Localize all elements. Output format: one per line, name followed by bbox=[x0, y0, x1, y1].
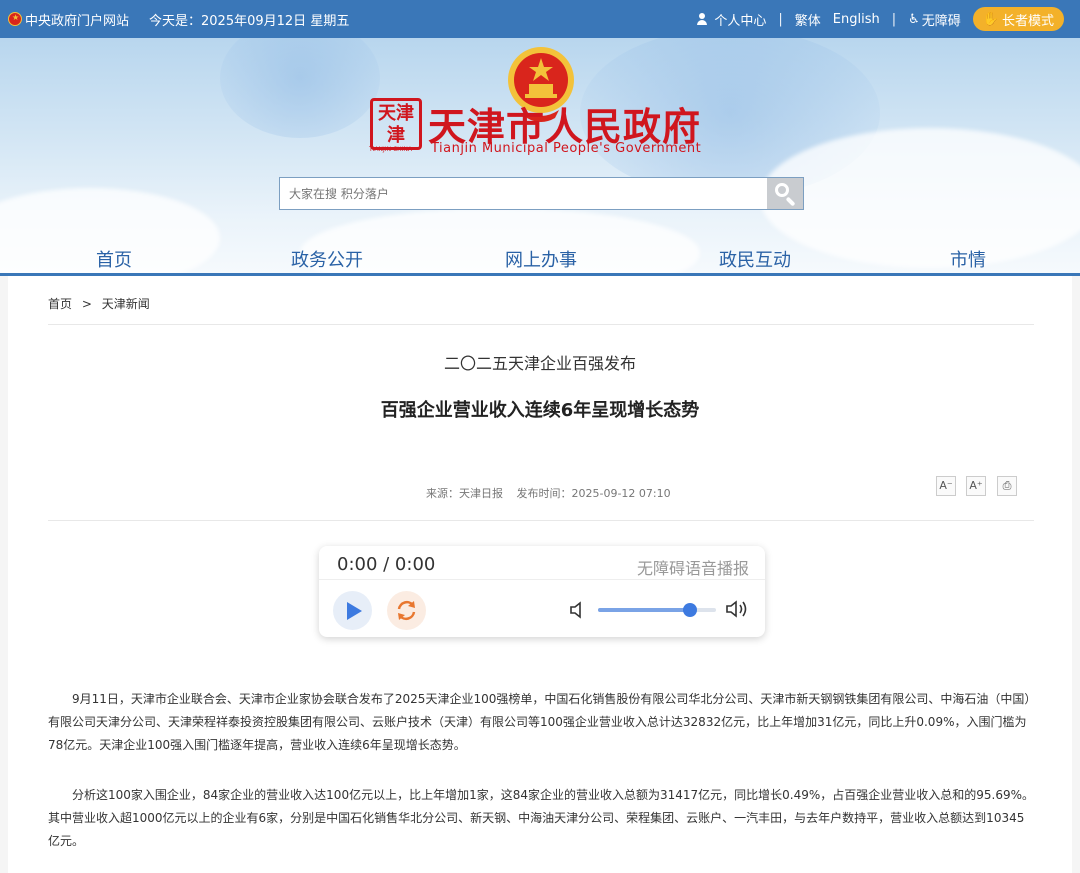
accessibility-link[interactable]: ♿ 无障碍 bbox=[908, 10, 961, 29]
nav-online-services[interactable]: 网上办事 bbox=[505, 246, 577, 272]
elder-mode-button[interactable]: ✋ 长者模式 bbox=[972, 7, 1064, 31]
divider bbox=[48, 520, 1034, 521]
volume-slider[interactable] bbox=[598, 603, 716, 617]
divider bbox=[48, 324, 1034, 325]
breadcrumb-tianjin-news[interactable]: 天津新闻 bbox=[102, 297, 150, 311]
nav-city-info[interactable]: 市情 bbox=[950, 246, 986, 272]
nav-public-interaction[interactable]: 政民互动 bbox=[719, 246, 791, 272]
breadcrumb: 首页 > 天津新闻 bbox=[48, 295, 150, 312]
main-nav: 首页 政务公开 网上办事 政民互动 市情 bbox=[0, 236, 1080, 272]
national-emblem-icon bbox=[8, 12, 22, 26]
play-button[interactable] bbox=[333, 591, 372, 630]
traditional-chinese-link[interactable]: 繁体 bbox=[795, 10, 821, 29]
volume-fill bbox=[598, 608, 691, 612]
volume-handle[interactable] bbox=[683, 603, 698, 617]
search-icon bbox=[775, 183, 789, 197]
article-source: 来源：天津日报 bbox=[426, 487, 503, 500]
accessibility-icon: ♿ bbox=[908, 11, 920, 27]
breadcrumb-home[interactable]: 首页 bbox=[48, 297, 72, 311]
volume-high-icon[interactable] bbox=[725, 599, 749, 619]
central-gov-portal-link[interactable]: 中央政府门户网站 bbox=[25, 10, 129, 29]
audio-player: 0:00 / 0:00 无障碍语音播报 bbox=[319, 546, 765, 637]
playback-time: 0:00 / 0:00 bbox=[337, 554, 436, 575]
font-decrease-button[interactable]: A⁻ bbox=[936, 476, 956, 496]
nav-government-affairs[interactable]: 政务公开 bbox=[291, 246, 363, 272]
tianjin-seal-logo: 天津 津 bbox=[370, 98, 422, 150]
seal-caption: TIANJIN·CHINA bbox=[369, 146, 413, 153]
print-button[interactable]: ⎙ bbox=[997, 476, 1017, 496]
breadcrumb-separator: > bbox=[81, 297, 92, 311]
article-meta: 来源：天津日报 发布时间：2025-09-12 07:10 bbox=[426, 485, 681, 501]
hand-icon: ✋ bbox=[982, 11, 999, 27]
site-subtitle: Tianjin Municipal People's Government bbox=[431, 141, 702, 156]
accessibility-label: 无障碍 bbox=[921, 13, 961, 29]
english-link[interactable]: English bbox=[833, 12, 880, 27]
search-icon-handle bbox=[785, 196, 796, 207]
elder-mode-label: 长者模式 bbox=[1001, 13, 1054, 29]
article-paragraph: 分析这100家入围企业，84家企业的营业收入达100亿元以上，比上年增加1家，这… bbox=[48, 788, 1035, 848]
seal-text: 津 bbox=[387, 125, 405, 146]
article-title: 百强企业营业收入连续6年呈现增长态势 bbox=[380, 400, 700, 421]
article-subtitle: 二〇二五天津企业百强发布 bbox=[443, 354, 636, 373]
user-center-label: 个人中心 bbox=[714, 13, 767, 29]
player-divider bbox=[319, 579, 765, 580]
header-banner: 天津 津 TIANJIN·CHINA 天津市人民政府 Tianjin Munic… bbox=[0, 38, 1080, 275]
seal-text: 天津 bbox=[378, 103, 414, 124]
current-date: 今天是：2025年09月12日 星期五 bbox=[149, 13, 350, 29]
user-center-link[interactable]: 个人中心 bbox=[696, 10, 766, 29]
search-button[interactable] bbox=[767, 178, 803, 209]
volume-low-icon[interactable] bbox=[569, 601, 585, 619]
search-bar bbox=[279, 177, 804, 210]
decor-flower bbox=[220, 38, 380, 138]
article-paragraph: 9月11日，天津市企业联合会、天津市企业家协会联合发布了2025天津企业100强… bbox=[48, 692, 1031, 752]
printer-icon: ⎙ bbox=[1002, 479, 1012, 492]
search-input[interactable] bbox=[280, 178, 767, 209]
separator: | bbox=[778, 11, 783, 27]
nav-home[interactable]: 首页 bbox=[96, 246, 132, 272]
article-publish-time: 发布时间：2025-09-12 07:10 bbox=[516, 487, 671, 500]
separator: | bbox=[891, 11, 897, 27]
font-increase-button[interactable]: A⁺ bbox=[966, 476, 986, 496]
loop-button[interactable] bbox=[387, 591, 426, 630]
user-icon bbox=[696, 13, 708, 25]
accessible-audio-label: 无障碍语音播报 bbox=[636, 559, 749, 578]
article-container: 首页 > 天津新闻 二〇二五天津企业百强发布 百强企业营业收入连续6年呈现增长态… bbox=[8, 276, 1072, 873]
top-bar: 中央政府门户网站 今天是：2025年09月12日 星期五 个人中心 | 繁体 E… bbox=[0, 0, 1080, 38]
loop-icon bbox=[397, 600, 416, 621]
